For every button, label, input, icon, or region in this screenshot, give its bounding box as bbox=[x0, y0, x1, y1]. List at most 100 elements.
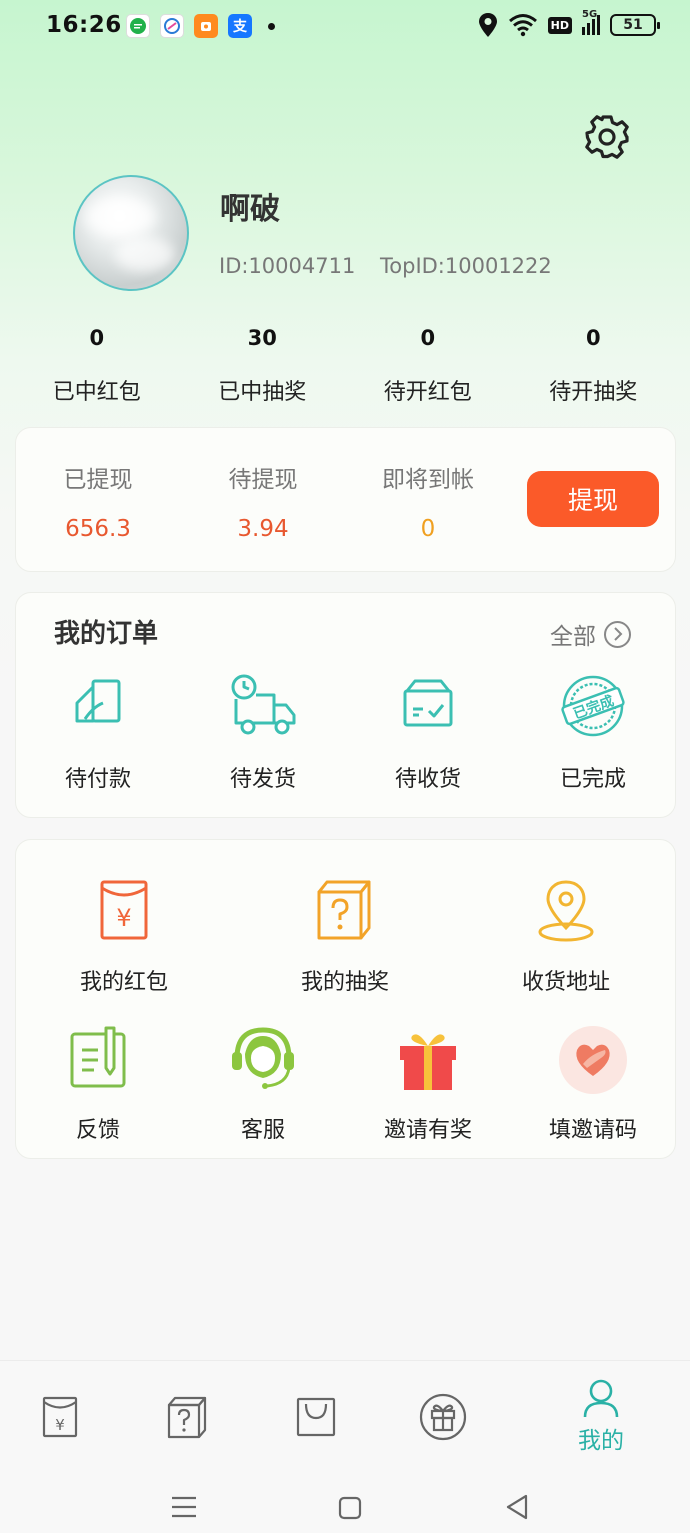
tab-profile-label: 我的 bbox=[578, 1428, 624, 1454]
bottom-nav: ¥ 我的 bbox=[0, 1360, 690, 1472]
order-pending-receipt[interactable]: 待收货 bbox=[368, 673, 488, 793]
stat-label: 待开红包 bbox=[383, 380, 472, 405]
tab-red-envelopes[interactable]: ¥ bbox=[0, 1361, 120, 1473]
incoming-amount: 即将到帐 0 bbox=[363, 460, 493, 542]
withdrawn-value: 656.3 bbox=[65, 516, 131, 542]
stat-pending-lotteries[interactable]: 0 待开抽奖 bbox=[511, 326, 677, 406]
completed-stamp-icon: 已完成 bbox=[561, 675, 625, 737]
orders-title: 我的订单 bbox=[54, 619, 159, 649]
top-id: TopID:10001222 bbox=[380, 254, 552, 278]
service-label: 邀请有奖 bbox=[383, 1118, 472, 1143]
services-card: ¥ 我的红包 我的抽奖 收货地址 反馈 客服 邀请有奖 填邀请码 bbox=[15, 839, 676, 1159]
service-label: 填邀请码 bbox=[548, 1118, 637, 1143]
order-label: 待收货 bbox=[394, 767, 461, 792]
red-envelope-tab-icon: ¥ bbox=[42, 1396, 78, 1438]
stat-value: 0 bbox=[89, 326, 105, 350]
gift-icon bbox=[400, 1034, 456, 1090]
view-all-label: 全部 bbox=[550, 624, 596, 650]
status-bar: 16:26 支 HD 5G 51 bbox=[0, 0, 690, 54]
gear-icon[interactable] bbox=[584, 114, 630, 160]
home-icon[interactable] bbox=[338, 1496, 362, 1520]
profile-tab-icon bbox=[583, 1379, 619, 1418]
order-pending-payment[interactable]: 待付款 bbox=[38, 673, 158, 793]
tab-gifts[interactable] bbox=[383, 1361, 503, 1473]
stat-label: 已中红包 bbox=[52, 380, 141, 405]
service-label: 收货地址 bbox=[521, 970, 610, 995]
stat-value: 0 bbox=[420, 326, 436, 350]
alipay-app-icon: 支 bbox=[228, 14, 252, 38]
user-id: ID:10004711 bbox=[219, 254, 356, 278]
stat-won-lotteries[interactable]: 30 已中抽奖 bbox=[180, 326, 346, 406]
service-enter-invite-code[interactable]: 填邀请码 bbox=[523, 1024, 663, 1144]
pending-withdraw-label: 待提现 bbox=[228, 467, 298, 493]
pending-withdraw-value: 3.94 bbox=[237, 516, 289, 542]
avatar[interactable] bbox=[73, 175, 189, 291]
more-notifications-dot bbox=[268, 22, 275, 30]
stat-won-red-envelopes[interactable]: 0 已中红包 bbox=[14, 326, 180, 406]
mystery-box-tab-icon bbox=[167, 1396, 207, 1439]
system-icons: HD 5G 51 bbox=[478, 9, 660, 38]
stat-label: 待开抽奖 bbox=[549, 380, 638, 405]
gift-tab-icon bbox=[419, 1393, 467, 1441]
stat-pending-red-envelopes[interactable]: 0 待开红包 bbox=[345, 326, 511, 406]
withdraw-card: 已提现 656.3 待提现 3.94 即将到帐 0 提现 bbox=[15, 427, 676, 572]
shopping-bag-tab-icon bbox=[296, 1397, 336, 1437]
notification-icons: 支 bbox=[126, 14, 275, 38]
service-label: 我的红包 bbox=[79, 970, 168, 995]
package-box-icon bbox=[403, 679, 453, 727]
order-label: 待付款 bbox=[64, 767, 131, 792]
withdraw-button[interactable]: 提现 bbox=[527, 471, 659, 527]
order-pending-shipment[interactable]: 待发货 bbox=[203, 673, 323, 793]
withdrawn-amount: 已提现 656.3 bbox=[33, 460, 163, 542]
tab-shop[interactable] bbox=[256, 1361, 376, 1473]
back-icon[interactable] bbox=[505, 1494, 529, 1520]
stat-value: 30 bbox=[247, 326, 277, 350]
customer-service-icon bbox=[232, 1027, 294, 1089]
stats-row: 0 已中红包 30 已中抽奖 0 待开红包 0 待开抽奖 bbox=[14, 326, 676, 406]
location-status-icon bbox=[478, 13, 497, 37]
battery-icon: 51 bbox=[610, 14, 660, 36]
feedback-icon bbox=[70, 1026, 126, 1088]
service-my-lotteries[interactable]: 我的抽奖 bbox=[275, 876, 415, 996]
heart-hand-icon bbox=[559, 1026, 627, 1094]
stat-value: 0 bbox=[585, 326, 601, 350]
incoming-value: 0 bbox=[420, 516, 436, 542]
hd-badge: HD bbox=[547, 16, 572, 34]
service-invite-rewards[interactable]: 邀请有奖 bbox=[358, 1024, 498, 1144]
tab-lotteries[interactable] bbox=[127, 1361, 247, 1473]
service-shipping-address[interactable]: 收货地址 bbox=[496, 876, 636, 996]
svg-text:¥: ¥ bbox=[116, 904, 131, 932]
mystery-box-icon bbox=[317, 880, 371, 940]
view-all-orders-link[interactable]: 全部 bbox=[550, 617, 631, 651]
stat-label: 已中抽奖 bbox=[218, 380, 307, 405]
location-pin-icon bbox=[538, 880, 594, 942]
username: 啊破 bbox=[220, 192, 280, 227]
carrier-app-icon bbox=[160, 14, 184, 38]
signal-icon: 5G bbox=[582, 9, 600, 35]
orders-card: 我的订单 全部 待付款 待发货 待收货 已完成 已完成 bbox=[15, 592, 676, 818]
service-my-red-envelopes[interactable]: ¥ 我的红包 bbox=[54, 876, 194, 996]
service-label: 客服 bbox=[240, 1118, 285, 1143]
chat-app-icon bbox=[126, 14, 150, 38]
service-feedback[interactable]: 反馈 bbox=[28, 1024, 168, 1144]
service-label: 我的抽奖 bbox=[300, 970, 389, 995]
service-customer-service[interactable]: 客服 bbox=[193, 1024, 333, 1144]
system-navigation-bar bbox=[0, 1472, 690, 1533]
status-time: 16:26 bbox=[46, 12, 122, 38]
wifi-icon bbox=[508, 14, 537, 37]
order-completed[interactable]: 已完成 已完成 bbox=[533, 673, 653, 793]
wallet-icon bbox=[75, 679, 121, 723]
svg-text:¥: ¥ bbox=[55, 1416, 65, 1434]
order-label: 待发货 bbox=[229, 767, 296, 792]
chevron-right-icon bbox=[604, 620, 631, 648]
shopping-app-icon bbox=[194, 14, 218, 38]
service-label: 反馈 bbox=[75, 1118, 120, 1143]
withdrawn-label: 已提现 bbox=[63, 467, 133, 493]
incoming-label: 即将到帐 bbox=[382, 467, 474, 493]
menu-icon[interactable] bbox=[171, 1496, 197, 1518]
red-envelope-icon: ¥ bbox=[100, 880, 148, 940]
delivery-truck-icon bbox=[231, 674, 296, 735]
pending-withdraw-amount: 待提现 3.94 bbox=[198, 460, 328, 542]
tab-profile[interactable]: 我的 bbox=[541, 1361, 661, 1473]
order-label: 已完成 bbox=[559, 767, 626, 792]
